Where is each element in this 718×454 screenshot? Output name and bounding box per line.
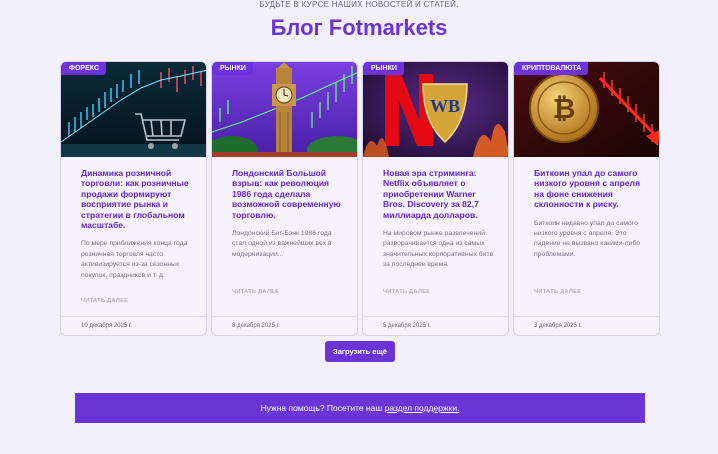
read-more-link[interactable]: ЧИТАТЬ ДАЛЕЕ [383, 289, 430, 295]
read-more-link[interactable]: ЧИТАТЬ ДАЛЕЕ [534, 289, 581, 295]
card-excerpt: На мировом рынке развлечений разворачива… [383, 230, 494, 269]
help-banner: Нужна помощь? Посетите наш раздел поддер… [75, 393, 645, 423]
help-text: Нужна помощь? Посетите наш [260, 403, 383, 413]
netflix-warner-logos-image[interactable]: WB РЫНКИ [363, 62, 508, 157]
category-tag: РЫНКИ [212, 62, 253, 75]
card-excerpt: Биткоин недавно упал до самого низкого у… [534, 219, 641, 258]
shopping-cart-chart-image[interactable]: ФОРЕКС [61, 62, 206, 157]
card-date: 8 декабря 2025 г. [212, 316, 357, 335]
read-more-link[interactable]: ЧИТАТЬ ДАЛЕЕ [81, 298, 128, 304]
page-title: Блог Fotmarkets [270, 15, 448, 40]
bitcoin-falling-chart-image[interactable]: ₿ КРИПТОВАЛЮТА [514, 62, 659, 157]
blog-card[interactable]: ₿ КРИПТОВАЛЮТА Биткоин упал до самого ни… [513, 61, 660, 336]
support-link[interactable]: раздел поддержки. [385, 403, 460, 413]
blog-card[interactable]: ФОРЕКС Динамика розничной торговли: как … [60, 61, 207, 336]
blog-card[interactable]: WB РЫНКИ Новая эра стриминга: Netflix об… [362, 61, 509, 336]
read-more-link[interactable]: ЧИТАТЬ ДАЛЕЕ [232, 289, 279, 295]
category-tag: ФОРЕКС [61, 62, 106, 75]
load-more-button[interactable]: Загрузить ещё [325, 341, 395, 362]
card-excerpt: По мере приближения конца года розничная… [81, 240, 188, 279]
card-title[interactable]: Лондонский Большой взрыв: как революция … [232, 168, 347, 220]
card-date: 10 декабря 2025 г. [61, 316, 206, 335]
category-tag: РЫНКИ [363, 62, 404, 75]
blog-card-list: ФОРЕКС Динамика розничной торговли: как … [60, 61, 660, 336]
card-date: 3 декабря 2025 г. [514, 316, 659, 335]
big-ben-image[interactable]: РЫНКИ [212, 62, 357, 157]
svg-text:WB: WB [430, 96, 460, 116]
section-kicker: БУДЬТЕ В КУРСЕ НАШИХ НОВОСТЕЙ И СТАТЕЙ. [259, 0, 459, 9]
card-title[interactable]: Динамика розничной торговли: как розничн… [81, 168, 196, 230]
category-tag: КРИПТОВАЛЮТА [514, 62, 589, 75]
blog-card[interactable]: РЫНКИ Лондонский Большой взрыв: как рево… [211, 61, 358, 336]
card-title[interactable]: Биткоин упал до самого низкого уровня с … [534, 168, 649, 210]
card-date: 5 декабря 2025 г. [363, 316, 508, 335]
svg-text:₿: ₿ [553, 92, 576, 125]
card-title[interactable]: Новая эра стриминга: Netflix объявляет о… [383, 168, 498, 220]
card-excerpt: Лондонский Биг-Бэнк 1986 года стал одной… [232, 230, 332, 258]
